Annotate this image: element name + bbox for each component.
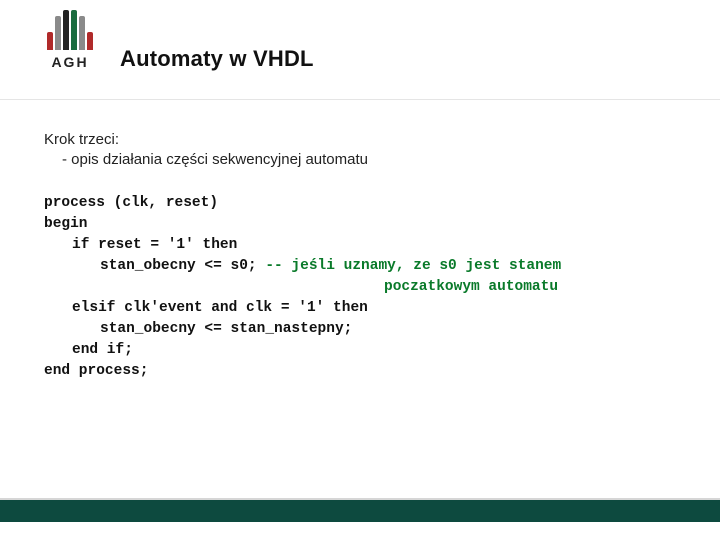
logo-text: AGH [38, 54, 102, 70]
code-line: stan_obecny <= s0; -- jeśli uznamy, ze s… [44, 256, 561, 277]
agh-logo: AGH [38, 8, 102, 70]
code-line: elsif clk'event and clk = '1' then [44, 298, 368, 319]
code-comment: -- jeśli uznamy, ze s0 jest stanem [265, 258, 561, 274]
footer-bar [0, 500, 720, 522]
vhdl-code-block: process (clk, reset) begin if reset = '1… [44, 193, 684, 382]
step-subheading: - opis działania części sekwencyjnej aut… [44, 150, 684, 170]
code-line: end process; [44, 363, 148, 379]
code-line: if reset = '1' then [44, 235, 237, 256]
logo-bars-icon [38, 8, 102, 50]
code-line: process (clk, reset) [44, 195, 218, 211]
slide: AGH Automaty w VHDL Krok trzeci: - opis … [0, 0, 720, 540]
code-line: stan_obecny <= stan_nastepny; [44, 319, 352, 340]
slide-header: AGH Automaty w VHDL [0, 0, 720, 100]
code-comment: poczatkowym automatu [44, 279, 558, 295]
code-line: begin [44, 216, 88, 232]
slide-body: Krok trzeci: - opis działania części sek… [0, 100, 720, 382]
slide-title: Automaty w VHDL [120, 46, 314, 72]
code-line: end if; [44, 340, 133, 361]
step-heading: Krok trzeci: [44, 130, 684, 150]
